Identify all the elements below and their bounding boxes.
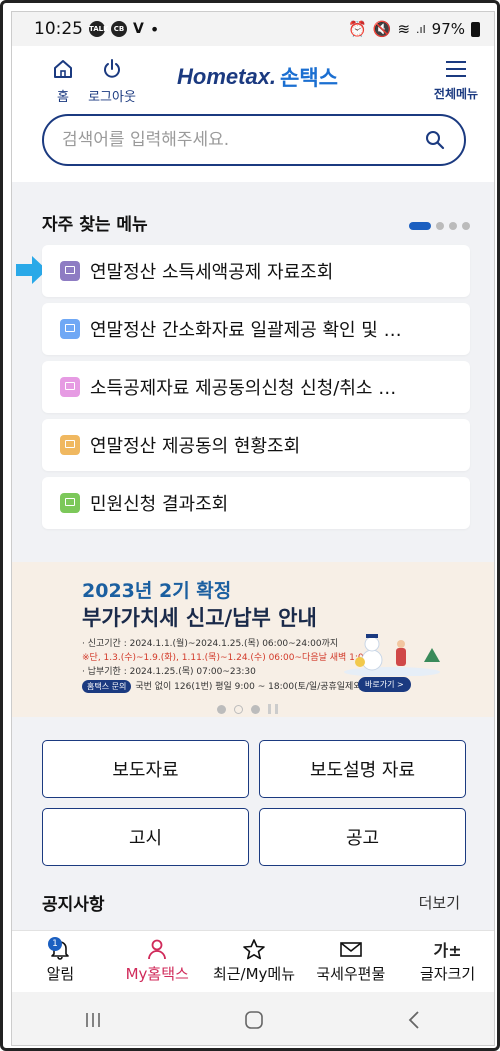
vat-banner[interactable]: 2023년 2기 확정 부가가치세 신고/납부 안내 · 신고기간 : 2024… — [12, 562, 494, 717]
monitor-icon — [60, 261, 80, 281]
banner-title: 부가가치세 신고/납부 안내 — [82, 606, 317, 630]
banner-deadline: · 납부기한 : 2024.1.25.(목) 07:00~23:30 — [82, 667, 256, 677]
app-v-icon: V — [133, 21, 144, 37]
pager-dot[interactable] — [436, 222, 444, 230]
alarm-status-icon: ⏰ — [348, 20, 367, 38]
nav-recent[interactable]: 최근/My메뉴 — [206, 931, 303, 992]
banner-dot[interactable] — [251, 704, 260, 714]
nav-my-hometax-label: My홈택스 — [125, 965, 189, 983]
notice-more-link[interactable]: 더보기 — [419, 892, 460, 913]
public-notice-button[interactable]: 고시 — [42, 808, 249, 866]
status-time: 10:25 — [34, 19, 83, 39]
talk-notification-icon: TALK — [89, 21, 109, 37]
status-bar: 10:25 TALK CB V • ⏰ 🔇 ≋ .ıl 97% — [12, 12, 494, 46]
banner-headline: 2023년 2기 확정 — [82, 580, 232, 602]
user-icon — [148, 939, 167, 960]
nav-font-size[interactable]: 가± 글자크기 — [399, 931, 494, 992]
recent-apps-icon[interactable] — [81, 1010, 105, 1030]
banner-go-button[interactable]: 바로가기 > — [358, 677, 411, 692]
favorite-label: 연말정산 소득세액공제 자료조회 — [90, 262, 334, 283]
more-notifications-icon: • — [149, 19, 160, 39]
nav-alarm[interactable]: 1 알림 — [12, 931, 109, 992]
nav-font-size-label: 글자크기 — [419, 965, 476, 983]
nav-recent-label: 최근/My메뉴 — [212, 965, 296, 983]
mail-icon — [339, 942, 362, 957]
logo-hometax-text: Hometax. — [177, 64, 277, 89]
screen: 10:25 TALK CB V • ⏰ 🔇 ≋ .ıl 97% 홈 로그아웃 H… — [11, 11, 495, 1046]
banner-dot[interactable] — [217, 704, 226, 714]
banner-contact: 홈택스 문의 국번 없이 126(1번) 평일 9:00 ~ 18:00(토/일/… — [82, 679, 365, 693]
press-explanation-button[interactable]: 보도설명 자료 — [259, 740, 466, 798]
hamburger-icon — [446, 61, 466, 77]
favorite-label: 연말정산 간소화자료 일괄제공 확인 및 … — [90, 320, 402, 341]
pager-dot[interactable] — [462, 222, 470, 230]
logout-label: 로그아웃 — [88, 90, 136, 105]
font-size-icon: 가± — [433, 941, 462, 960]
all-menu-button[interactable]: 전체메뉴 — [428, 58, 484, 102]
favorite-item[interactable]: 소득공제자료 제공동의신청 신청/취소 … — [42, 361, 470, 413]
search-icon[interactable] — [424, 129, 446, 151]
phone-frame: 10:25 TALK CB V • ⏰ 🔇 ≋ .ıl 97% 홈 로그아웃 H… — [0, 0, 500, 1051]
banner-pause-icon[interactable] — [268, 704, 278, 714]
search-input[interactable] — [62, 130, 424, 150]
favorite-item[interactable]: 연말정산 소득세액공제 자료조회 — [42, 245, 470, 297]
press-release-button[interactable]: 보도자료 — [42, 740, 249, 798]
star-icon — [243, 939, 265, 960]
search-bar — [42, 114, 466, 166]
pager-dot-active[interactable] — [409, 222, 431, 230]
home-label: 홈 — [57, 90, 69, 105]
system-navigation-bar — [12, 992, 494, 1045]
home-system-icon[interactable] — [242, 1009, 266, 1031]
battery-icon — [471, 21, 480, 37]
all-menu-label: 전체메뉴 — [433, 87, 479, 101]
banner-pager[interactable] — [217, 704, 278, 714]
snowman-illustration — [344, 634, 440, 676]
favorite-item[interactable]: 연말정산 제공동의 현황조회 — [42, 419, 470, 471]
monitor-icon — [60, 493, 80, 513]
banner-dot-active[interactable] — [234, 704, 243, 714]
favorites-list: 연말정산 소득세액공제 자료조회 연말정산 간소화자료 일괄제공 확인 및 … … — [42, 245, 470, 535]
monitor-icon — [60, 435, 80, 455]
favorite-item[interactable]: 민원신청 결과조회 — [42, 477, 470, 529]
monitor-icon — [60, 377, 80, 397]
power-icon — [104, 59, 120, 78]
banner-period: · 신고기간 : 2024.1.1.(월)~2024.1.25.(목) 06:0… — [82, 639, 339, 649]
banner-exception: ※단, 1.3.(수)~1.9.(화), 1.11.(목)~1.24.(수) 0… — [82, 653, 370, 663]
home-icon — [54, 60, 72, 78]
home-button[interactable]: 홈 — [50, 58, 76, 105]
favorite-item[interactable]: 연말정산 간소화자료 일괄제공 확인 및 … — [42, 303, 470, 355]
wifi-icon: ≋ — [397, 20, 411, 38]
nav-mail-label: 국세우편물 — [316, 965, 386, 983]
notice-title: 공지사항 — [42, 895, 105, 915]
alarm-badge: 1 — [48, 937, 62, 951]
logo-sontax-text: 손택스 — [280, 66, 339, 90]
favorites-title: 자주 찾는 메뉴 — [42, 215, 148, 235]
favorites-pager[interactable] — [409, 222, 470, 230]
favorite-label: 민원신청 결과조회 — [90, 494, 229, 515]
signal-icon: .ıl — [416, 22, 426, 36]
pager-dot[interactable] — [449, 222, 457, 230]
monitor-icon — [60, 319, 80, 339]
app-notification-icon: CB — [111, 21, 127, 37]
back-icon[interactable] — [403, 1009, 427, 1031]
hometax-logo[interactable]: Hometax. 손택스 — [177, 62, 338, 92]
battery-percent: 97% — [431, 20, 465, 38]
favorite-label: 연말정산 제공동의 현황조회 — [90, 436, 301, 457]
banner-contact-tag: 홈택스 문의 — [82, 680, 132, 693]
favorite-label: 소득공제자료 제공동의신청 신청/취소 … — [90, 378, 397, 399]
bottom-navigation: 1 알림 My홈택스 최근/My메뉴 국세우편물 가± 글자크기 — [12, 930, 494, 992]
quick-links-grid: 보도자료 보도설명 자료 고시 공고 — [42, 740, 466, 866]
logout-button[interactable]: 로그아웃 — [82, 58, 142, 105]
app-header: 홈 로그아웃 Hometax. 손택스 전체메뉴 — [12, 46, 494, 116]
banner-contact-text: 국번 없이 126(1번) 평일 9:00 ~ 18:00(토/일/공휴일제외) — [135, 682, 366, 692]
mute-icon: 🔇 — [372, 20, 392, 38]
nav-mail[interactable]: 국세우편물 — [302, 931, 399, 992]
nav-alarm-label: 알림 — [46, 965, 75, 983]
announcement-button[interactable]: 공고 — [259, 808, 466, 866]
nav-my-hometax[interactable]: My홈택스 — [109, 931, 206, 992]
